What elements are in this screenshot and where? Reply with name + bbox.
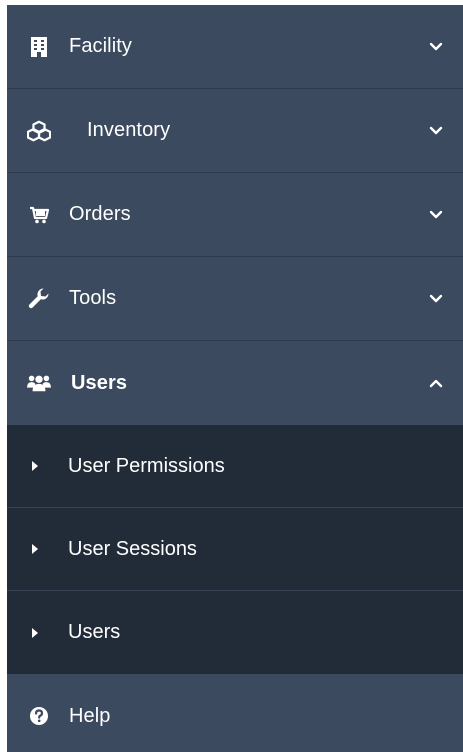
sidebar-item-label: Orders	[69, 203, 131, 225]
sidebar-item-label: Tools	[69, 287, 117, 309]
sidebar-nav: Facility Inventory Orders Tools Users Us…	[7, 5, 463, 752]
chevron-up-icon	[429, 376, 443, 390]
submenu-item-label: User Permissions	[68, 454, 225, 477]
sidebar-item-label: Inventory	[87, 119, 171, 141]
chevron-down-icon	[429, 208, 443, 222]
submenu-item-user-permissions[interactable]: User Permissions	[7, 425, 463, 508]
chevron-down-icon	[429, 124, 443, 138]
wrench-icon	[27, 287, 51, 311]
submenu-item-users[interactable]: Users	[7, 591, 463, 674]
question-circle-icon	[27, 704, 51, 728]
sidebar-item-inventory[interactable]: Inventory	[7, 89, 463, 173]
users-submenu: User Permissions User Sessions Users	[7, 425, 463, 674]
cubes-icon	[27, 119, 51, 143]
sidebar-item-orders[interactable]: Orders	[7, 173, 463, 257]
submenu-item-label: Users	[68, 621, 121, 643]
building-icon	[27, 35, 51, 59]
sidebar-item-help[interactable]: Help	[7, 674, 463, 752]
sidebar-item-label: Users	[71, 371, 128, 394]
chevron-down-icon	[429, 40, 443, 54]
users-icon	[27, 371, 51, 395]
submenu-item-user-sessions[interactable]: User Sessions	[7, 508, 463, 591]
sidebar-item-facility[interactable]: Facility	[7, 5, 463, 89]
cart-icon	[27, 203, 51, 227]
caret-right-icon	[31, 542, 41, 556]
sidebar-item-label: Facility	[69, 35, 133, 57]
chevron-down-icon	[429, 292, 443, 306]
caret-right-icon	[31, 626, 41, 640]
submenu-item-label: User Sessions	[68, 537, 197, 560]
sidebar-item-label: Help	[69, 704, 111, 727]
sidebar-item-tools[interactable]: Tools	[7, 257, 463, 341]
caret-right-icon	[31, 459, 41, 473]
sidebar-item-users[interactable]: Users	[7, 341, 463, 425]
